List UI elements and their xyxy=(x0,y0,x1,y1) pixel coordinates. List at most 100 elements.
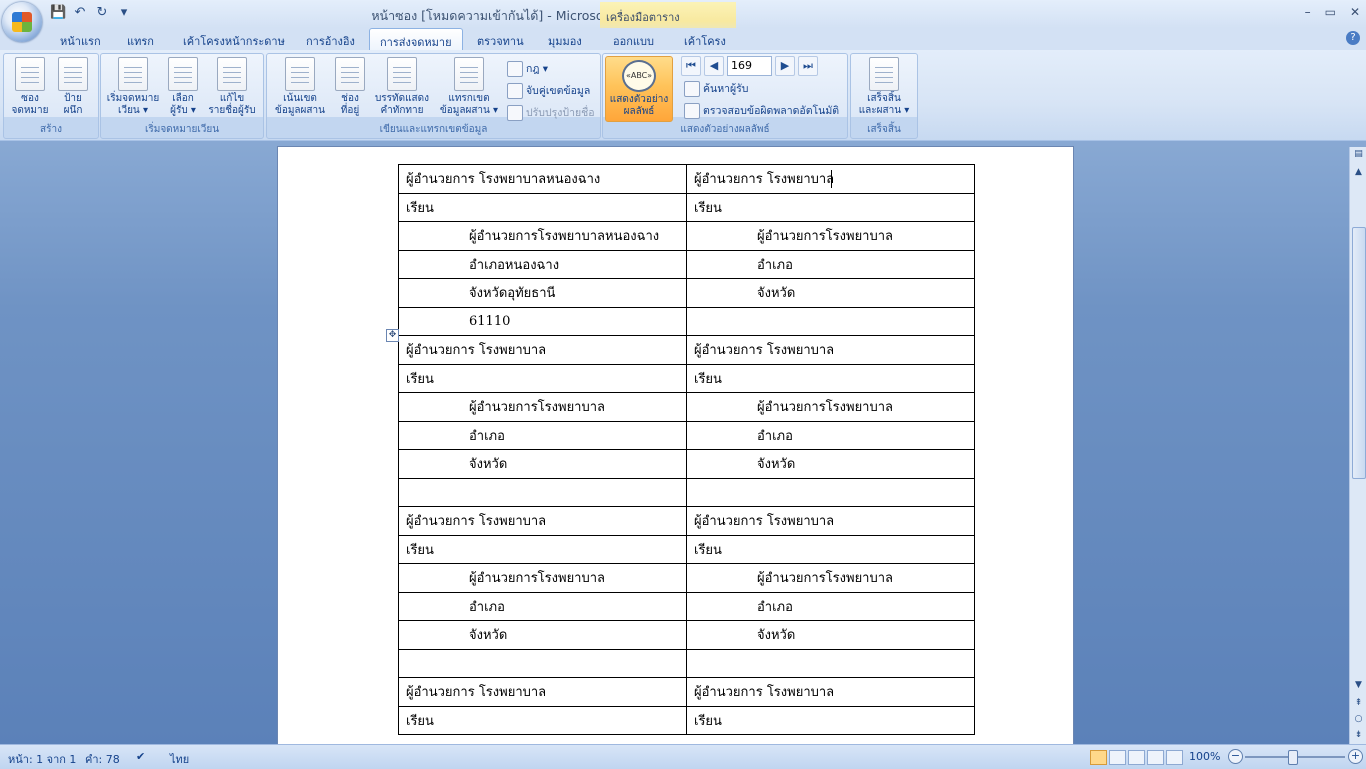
restore-button[interactable]: ▭ xyxy=(1325,5,1336,19)
close-button[interactable]: ✕ xyxy=(1350,5,1360,19)
address-block-button[interactable]: ช่อง ที่อยู่ xyxy=(335,57,365,117)
update-labels-button[interactable]: ปรับปรุงป้ายชื่อ xyxy=(507,104,595,121)
zoom-level[interactable]: 100% xyxy=(1189,750,1220,763)
label-cell-left[interactable]: ผู้อำนวยการ โรงพยาบาล xyxy=(398,335,687,365)
tab-review[interactable]: ตรวจทาน xyxy=(477,32,524,50)
label-cell-right[interactable] xyxy=(686,648,975,678)
vertical-scrollbar[interactable]: ▤ ▲ ▼ ⇞ ○ ⇟ xyxy=(1349,147,1366,744)
next-page-icon[interactable]: ⇟ xyxy=(1350,730,1366,740)
label-cell-right[interactable] xyxy=(686,306,975,336)
label-cell-right[interactable]: เรียน xyxy=(686,705,975,735)
tab-references[interactable]: การอ้างอิง xyxy=(306,32,355,50)
label-cell-left[interactable]: อำเภอ xyxy=(398,591,687,621)
zoom-in-button[interactable]: + xyxy=(1348,749,1363,764)
browse-object-icon[interactable]: ○ xyxy=(1350,714,1366,724)
label-cell-left[interactable]: ผู้อำนวยการ โรงพยาบาล xyxy=(398,506,687,536)
first-record-button[interactable]: ⏮ xyxy=(681,56,701,76)
label-cell-right[interactable]: ผู้อำนวยการโรงพยาบาล xyxy=(686,563,975,593)
help-icon[interactable]: ? xyxy=(1346,31,1360,45)
full-screen-reading-view-icon[interactable] xyxy=(1109,750,1126,765)
last-record-button[interactable]: ⏭ xyxy=(798,56,818,76)
web-layout-view-icon[interactable] xyxy=(1128,750,1145,765)
auto-check-errors-button[interactable]: ตรวจสอบข้อผิดพลาดอัตโนมัติ xyxy=(684,102,839,119)
label-cell-right[interactable]: เรียน xyxy=(686,534,975,564)
label-cell-left[interactable]: ผู้อำนวยการโรงพยาบาล xyxy=(398,392,687,422)
labels-button[interactable]: ป้าย ผนึก xyxy=(54,57,92,117)
label-cell-left[interactable] xyxy=(398,477,687,507)
match-fields-button[interactable]: จับคู่เขตข้อมูล xyxy=(507,82,590,99)
finish-merge-button[interactable]: เสร็จสิ้น และผสาน ▾ xyxy=(854,57,914,117)
label-cell-right[interactable]: อำเภอ xyxy=(686,249,975,279)
previous-record-button[interactable]: ◀ xyxy=(704,56,724,76)
tab-design[interactable]: ออกแบบ xyxy=(613,32,654,50)
label-cell-right[interactable]: ผู้อำนวยการโรงพยาบาล xyxy=(686,392,975,422)
label-cell-right[interactable]: เรียน xyxy=(686,363,975,393)
label-cell-left[interactable]: จังหวัดอุทัยธานี xyxy=(398,278,687,308)
table-row: จังหวัด จังหวัด xyxy=(398,449,975,479)
label-cell-right[interactable]: จังหวัด xyxy=(686,620,975,650)
preview-results-button[interactable]: «ABC» แสดงตัวอย่าง ผลลัพธ์ xyxy=(605,56,673,122)
outline-view-icon[interactable] xyxy=(1147,750,1164,765)
proofing-icon[interactable]: ✔ xyxy=(136,750,145,763)
zoom-out-button[interactable]: − xyxy=(1228,749,1243,764)
label-cell-left[interactable]: ผู้อำนวยการโรงพยาบาล xyxy=(398,563,687,593)
label-cell-left[interactable]: เรียน xyxy=(398,534,687,564)
scroll-thumb[interactable] xyxy=(1352,227,1366,479)
tab-home[interactable]: หน้าแรก xyxy=(60,32,101,50)
label-cell-right[interactable]: จังหวัด xyxy=(686,278,975,308)
table-row xyxy=(398,648,975,678)
label-cell-right[interactable]: ผู้อำนวยการโรงพยาบาล xyxy=(686,221,975,251)
tab-view[interactable]: มุมมอง xyxy=(548,32,582,50)
label-cell-left[interactable]: อำเภอหนองฉาง xyxy=(398,249,687,279)
ruler-toggle-icon[interactable]: ▤ xyxy=(1350,149,1366,159)
label-cell-left[interactable]: เรียน xyxy=(398,363,687,393)
print-layout-view-icon[interactable] xyxy=(1090,750,1107,765)
label-cell-right[interactable]: ผู้อำนวยการ โรงพยาบาล xyxy=(686,506,975,536)
minimize-button[interactable]: – xyxy=(1305,5,1311,19)
label-cell-left[interactable]: ผู้อำนวยการโรงพยาบาลหนองฉาง xyxy=(398,221,687,251)
word-count[interactable]: คำ: 78 xyxy=(85,750,120,768)
envelopes-button[interactable]: ซอง จดหมาย xyxy=(10,57,50,117)
previous-page-icon[interactable]: ⇞ xyxy=(1350,698,1366,708)
select-recipients-button[interactable]: เลือก ผู้รับ ▾ xyxy=(165,57,201,117)
start-mail-merge-button[interactable]: เริ่มจดหมาย เวียน ▾ xyxy=(105,57,161,117)
label-cell-left[interactable]: ผู้อำนวยการ โรงพยาบาลหนองฉาง xyxy=(398,164,687,194)
label-cell-left[interactable]: จังหวัด xyxy=(398,449,687,479)
find-recipient-button[interactable]: ค้นหาผู้รับ xyxy=(684,80,748,97)
tab-layout[interactable]: เค้าโครง xyxy=(684,32,726,50)
label-cell-right[interactable]: เรียน xyxy=(686,192,975,222)
tab-page-layout[interactable]: เค้าโครงหน้ากระดาษ xyxy=(183,32,285,50)
scroll-down-arrow-icon[interactable]: ▼ xyxy=(1350,680,1366,690)
label-cell-right[interactable]: อำเภอ xyxy=(686,591,975,621)
language-indicator[interactable]: ไทย xyxy=(170,750,189,768)
label-cell-right[interactable]: ผู้อำนวยการ โรงพยาบาล xyxy=(686,335,975,365)
label-cell-left[interactable]: เรียน xyxy=(398,705,687,735)
table-move-handle-icon[interactable]: ✥ xyxy=(386,329,399,342)
label-cell-left[interactable]: ผู้อำนวยการ โรงพยาบาล xyxy=(398,677,687,707)
record-number-input[interactable]: 169 xyxy=(727,56,772,76)
scroll-up-arrow-icon[interactable]: ▲ xyxy=(1350,167,1366,177)
label-table[interactable]: ผู้อำนวยการ โรงพยาบาลหนองฉางผู้อำนวยการ … xyxy=(398,164,975,735)
document-page[interactable]: ผู้อำนวยการ โรงพยาบาลหนองฉางผู้อำนวยการ … xyxy=(278,147,1073,747)
label-cell-right[interactable] xyxy=(686,477,975,507)
edit-recipient-list-button[interactable]: แก้ไข รายชื่อผู้รับ xyxy=(205,57,259,117)
label-cell-left[interactable]: เรียน xyxy=(398,192,687,222)
label-cell-left[interactable]: จังหวัด xyxy=(398,620,687,650)
rules-button[interactable]: กฎ ▾ xyxy=(507,60,548,77)
label-cell-left[interactable]: อำเภอ xyxy=(398,420,687,450)
group-label: สร้าง xyxy=(40,124,62,135)
tab-insert[interactable]: แทรก xyxy=(127,32,154,50)
greeting-line-button[interactable]: บรรทัดแสดง คำทักทาย xyxy=(371,57,433,117)
label-cell-left[interactable] xyxy=(398,648,687,678)
page-count[interactable]: หน้า: 1 จาก 1 xyxy=(8,750,76,768)
label-cell-left[interactable]: 61110 xyxy=(398,306,687,336)
next-record-button[interactable]: ▶ xyxy=(775,56,795,76)
insert-merge-field-button[interactable]: แทรกเขต ข้อมูลผสาน ▾ xyxy=(437,57,501,117)
label-cell-right[interactable]: จังหวัด xyxy=(686,449,975,479)
label-cell-right[interactable]: ผู้อำนวยการ โรงพยาบาล xyxy=(686,677,975,707)
label-cell-right[interactable]: อำเภอ xyxy=(686,420,975,450)
zoom-slider-knob[interactable] xyxy=(1288,750,1298,765)
draft-view-icon[interactable] xyxy=(1166,750,1183,765)
office-button[interactable] xyxy=(2,2,42,42)
highlight-merge-fields-button[interactable]: เน้นเขต ข้อมูลผสาน xyxy=(270,57,330,117)
